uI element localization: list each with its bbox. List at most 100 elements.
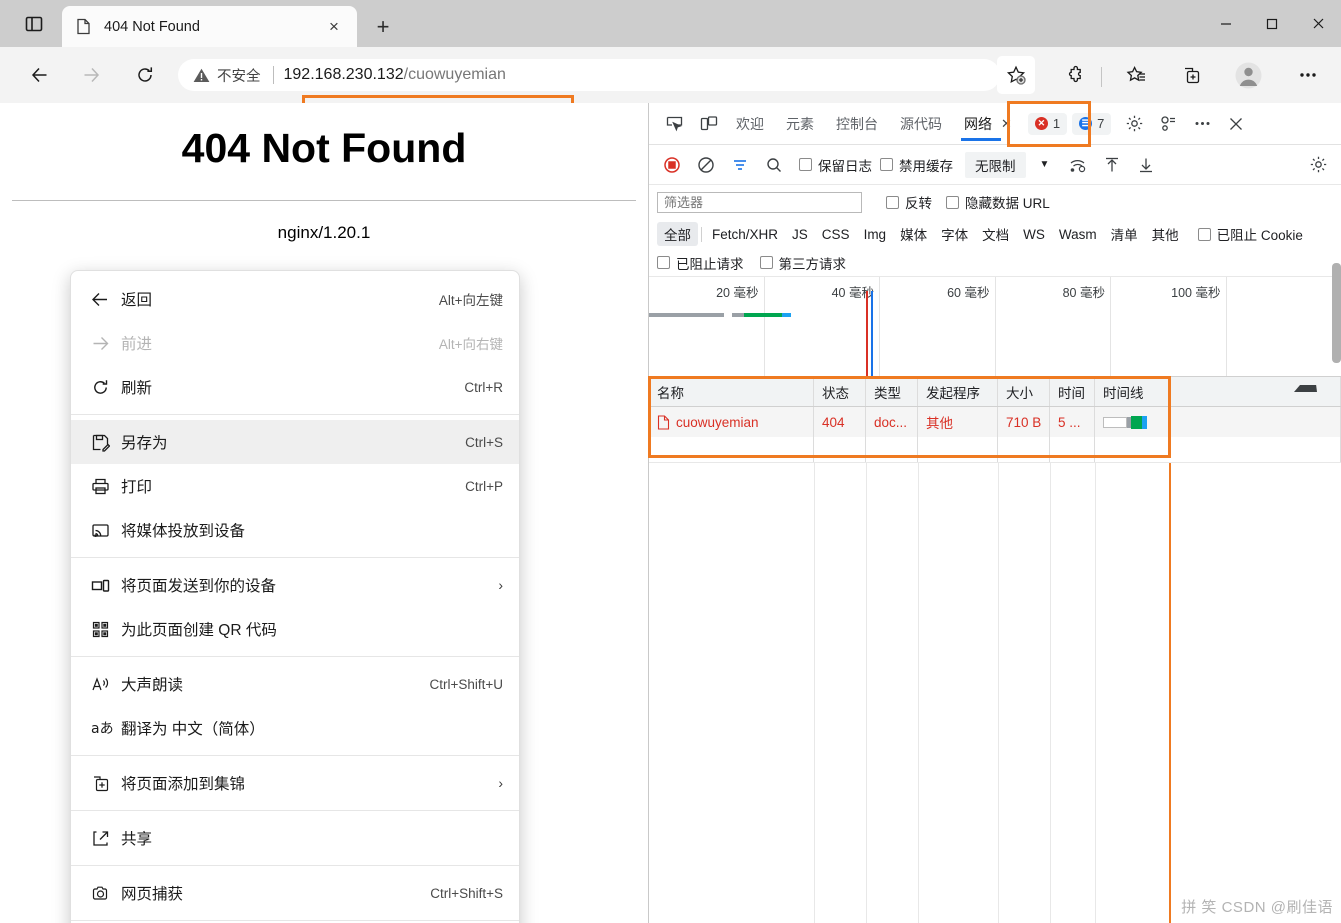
type-chip-all[interactable]: 全部: [657, 222, 698, 246]
url-text: 192.168.230.132/cuowuyemian: [284, 66, 506, 84]
tab-network[interactable]: 网络 ✕: [953, 103, 1023, 145]
search-icon[interactable]: [759, 150, 789, 180]
type-chip-manifest[interactable]: 清单: [1104, 222, 1145, 246]
tab-elements[interactable]: 元素: [775, 103, 825, 145]
disable-cache-checkbox[interactable]: 禁用缓存: [880, 155, 953, 175]
filter-input[interactable]: [657, 192, 862, 213]
third-party-checkbox[interactable]: 第三方请求: [760, 253, 847, 273]
menu-item-translate[interactable]: aあ 翻译为 中文（简体）: [71, 706, 519, 750]
network-conditions-icon[interactable]: [1063, 150, 1093, 180]
settings-more-icon[interactable]: [1289, 56, 1327, 94]
browser-tab[interactable]: 404 Not Found ×: [62, 6, 357, 47]
minimize-button[interactable]: [1203, 0, 1249, 47]
error-badge[interactable]: ✕ 1: [1028, 113, 1067, 135]
menu-item-save-as[interactable]: 另存为 Ctrl+S: [71, 420, 519, 464]
menu-item-add-to-collections[interactable]: 将页面添加到集锦 ›: [71, 761, 519, 805]
export-har-icon[interactable]: [1131, 150, 1161, 180]
throttle-select[interactable]: 无限制: [965, 152, 1026, 178]
back-button[interactable]: [22, 57, 58, 93]
type-chip-media[interactable]: 媒体: [893, 222, 934, 246]
column-header-type[interactable]: 类型: [866, 377, 918, 406]
window-controls: [1203, 0, 1341, 47]
more-options-icon[interactable]: [1187, 109, 1217, 139]
url-path: /cuowuyemian: [404, 66, 506, 84]
menu-separator: [71, 414, 519, 415]
chevron-down-icon[interactable]: ▼: [1040, 159, 1050, 170]
new-tab-button[interactable]: +: [368, 12, 398, 42]
column-header-time[interactable]: 时间: [1050, 377, 1095, 406]
menu-item-label: 网页捕获: [121, 882, 416, 904]
network-settings-icon[interactable]: [1303, 150, 1333, 180]
hide-data-urls-checkbox[interactable]: 隐藏数据 URL: [946, 192, 1050, 212]
type-chip-other[interactable]: 其他: [1145, 222, 1186, 246]
inspect-element-icon[interactable]: [659, 109, 689, 139]
tab-actions-icon[interactable]: [12, 8, 56, 40]
invert-checkbox[interactable]: 反转: [886, 192, 932, 212]
menu-item-send-to-device[interactable]: 将页面发送到你的设备 ›: [71, 563, 519, 607]
grid-line: [1050, 463, 1051, 923]
close-button[interactable]: [1295, 0, 1341, 47]
add-favorite-icon[interactable]: [997, 56, 1035, 94]
type-chip-doc[interactable]: 文档: [975, 222, 1016, 246]
column-header-name[interactable]: 名称: [649, 377, 814, 406]
column-header-initiator[interactable]: 发起程序: [918, 377, 998, 406]
tab-sources[interactable]: 源代码: [889, 103, 953, 145]
type-chip-img[interactable]: Img: [857, 225, 894, 244]
extensions-icon[interactable]: [1057, 56, 1095, 94]
device-toolbar-icon[interactable]: [693, 109, 723, 139]
tab-close-icon[interactable]: ✕: [1001, 116, 1012, 132]
tab-welcome[interactable]: 欢迎: [725, 103, 775, 145]
network-overview-timeline[interactable]: 20 毫秒 40 毫秒 60 毫秒 80 毫秒: [649, 277, 1341, 377]
clear-icon[interactable]: [691, 150, 721, 180]
profile-avatar-icon[interactable]: [1229, 56, 1267, 94]
type-chip-wasm[interactable]: Wasm: [1052, 225, 1104, 244]
tab-close-icon[interactable]: ×: [321, 14, 347, 40]
type-chip-css[interactable]: CSS: [815, 225, 857, 244]
menu-item-cast-media[interactable]: 将媒体投放到设备: [71, 508, 519, 552]
grid-line: [1095, 463, 1096, 923]
collections-icon[interactable]: [1172, 56, 1210, 94]
menu-item-read-aloud[interactable]: 大声朗读 Ctrl+Shift+U: [71, 662, 519, 706]
sort-ascending-icon[interactable]: [1294, 385, 1317, 392]
info-count: 7: [1097, 116, 1104, 131]
refresh-button[interactable]: [127, 57, 163, 93]
menu-item-share[interactable]: 共享: [71, 816, 519, 860]
filter-icon[interactable]: [725, 150, 755, 180]
devtools-scrollbar[interactable]: [1332, 263, 1341, 363]
menu-item-web-capture[interactable]: 网页捕获 Ctrl+Shift+S: [71, 871, 519, 915]
customize-devtools-icon[interactable]: [1153, 109, 1183, 139]
server-signature: nginx/1.20.1: [0, 223, 648, 243]
settings-gear-icon[interactable]: [1119, 109, 1149, 139]
type-chip-font[interactable]: 字体: [934, 222, 975, 246]
table-row[interactable]: cuowuyemian 404 doc... 其他 710 B 5 ...: [649, 407, 1341, 437]
bar-segment-grey: [649, 313, 724, 317]
close-devtools-icon[interactable]: [1221, 109, 1251, 139]
blocked-cookies-checkbox[interactable]: 已阻止 Cookie: [1198, 224, 1303, 244]
column-header-status[interactable]: 状态: [814, 377, 866, 406]
menu-item-back[interactable]: 返回 Alt+向左键: [71, 277, 519, 321]
menu-item-print[interactable]: 打印 Ctrl+P: [71, 464, 519, 508]
maximize-button[interactable]: [1249, 0, 1295, 47]
type-chip-js[interactable]: JS: [785, 225, 815, 244]
record-icon[interactable]: [657, 150, 687, 180]
forward-button[interactable]: [73, 57, 109, 93]
menu-item-label: 大声朗读: [121, 673, 415, 695]
menu-separator: [71, 755, 519, 756]
cell-initiator: 其他: [918, 407, 998, 437]
tab-console[interactable]: 控制台: [825, 103, 889, 145]
menu-item-refresh[interactable]: 刷新 Ctrl+R: [71, 365, 519, 409]
favorites-icon[interactable]: [1117, 56, 1155, 94]
checkbox-icon: [657, 256, 670, 269]
type-chip-fetch-xhr[interactable]: Fetch/XHR: [705, 225, 785, 244]
table-empty-row: [649, 437, 1341, 463]
menu-item-create-qr-code[interactable]: 为此页面创建 QR 代码: [71, 607, 519, 651]
overview-tick-column: [1227, 277, 1341, 376]
type-chip-ws[interactable]: WS: [1016, 225, 1052, 244]
address-bar[interactable]: 不安全 192.168.230.132/cuowuyemian: [178, 59, 1000, 91]
preserve-log-checkbox[interactable]: 保留日志: [799, 155, 872, 175]
info-badge[interactable]: ☰ 7: [1072, 113, 1111, 135]
security-label: 不安全: [217, 65, 261, 86]
import-har-icon[interactable]: [1097, 150, 1127, 180]
column-header-size[interactable]: 大小: [998, 377, 1050, 406]
blocked-requests-checkbox[interactable]: 已阻止请求: [657, 253, 744, 273]
